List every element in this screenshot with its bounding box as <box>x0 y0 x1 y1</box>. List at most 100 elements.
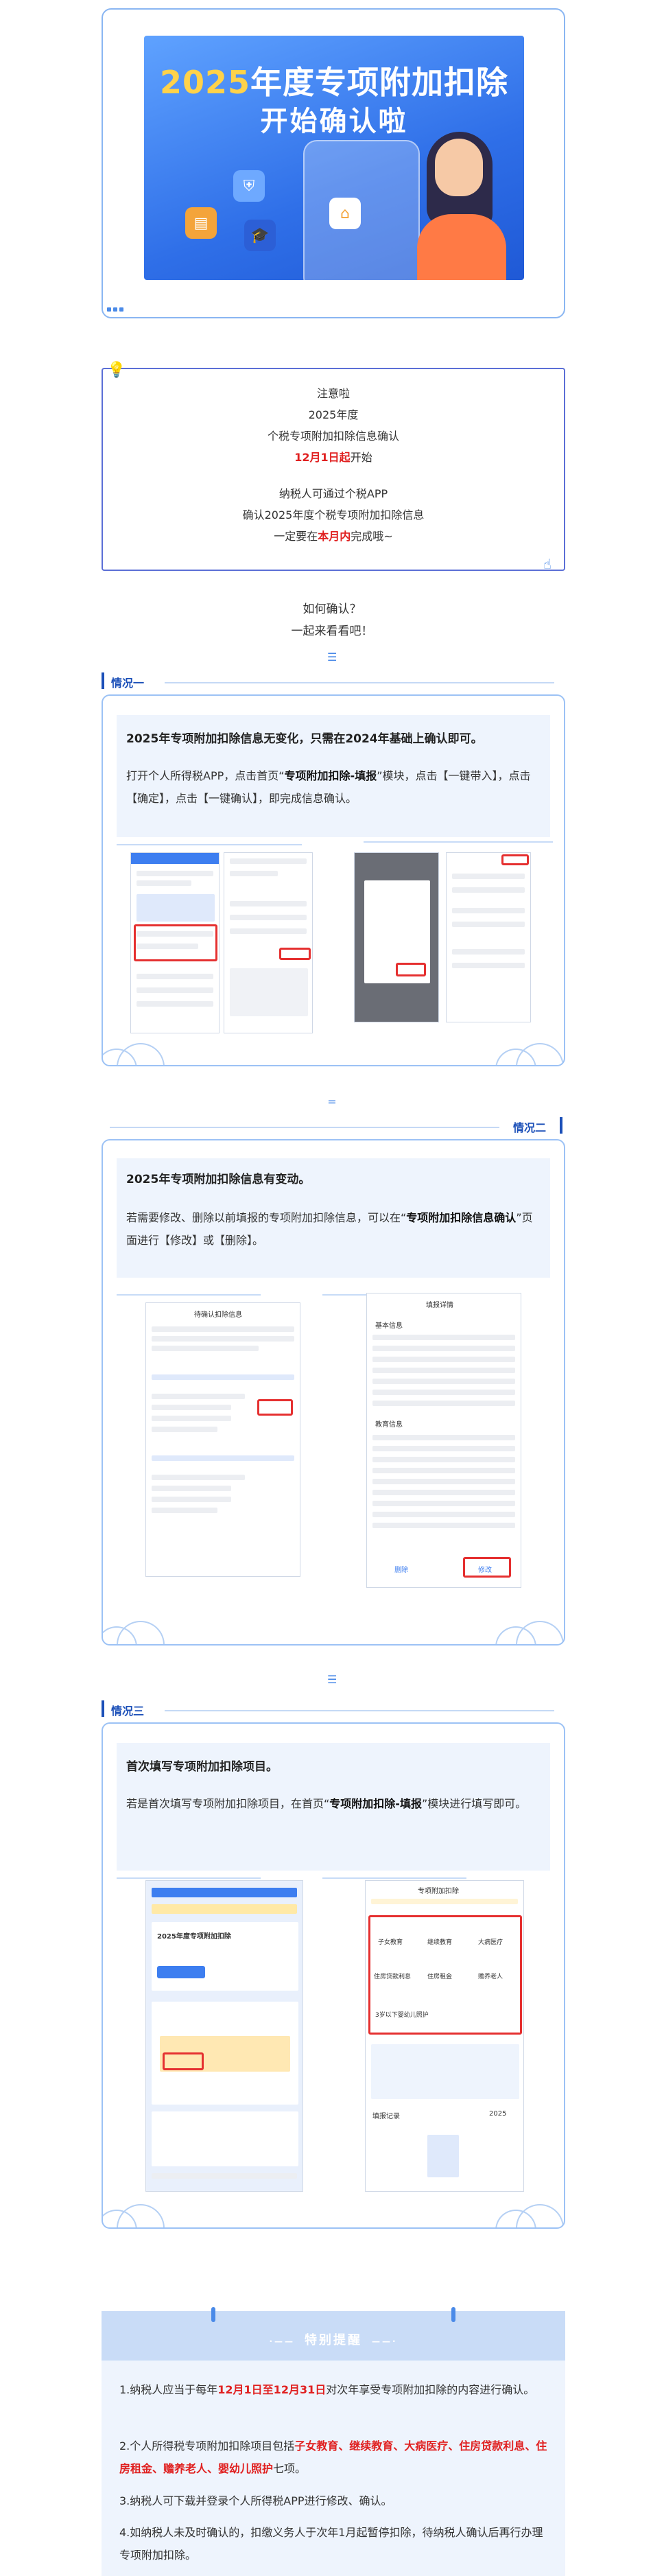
notice-line: 个税专项附加扣除信息确认 <box>267 430 399 443</box>
notice-text: 完成哦~ <box>351 530 393 543</box>
case3-card: 首次填写专项附加扣除项目。 若是首次填写专项附加扣除项目，在首页“专项附加扣除-… <box>102 1722 565 2229</box>
screenshot-banner-text: 2025年度专项附加扣除 <box>157 1933 231 1941</box>
shield-icon: ⛨ <box>233 170 265 202</box>
record-year[interactable]: 2025 <box>489 2110 506 2118</box>
case3-text-bold: 专项附加扣除-填报 <box>329 1797 422 1810</box>
case2-text: 若需要修改、删除以前填报的专项附加扣除信息，可以在“专项附加扣除信息确认”页面进… <box>117 1206 550 1252</box>
screenshot-button <box>157 1966 205 1978</box>
item-infant-care[interactable]: 3岁以下婴幼儿照护 <box>375 2010 429 2019</box>
divider-line <box>110 1127 499 1128</box>
highlight-box <box>134 924 217 961</box>
case-label-bar <box>560 1117 562 1134</box>
case3-text-pre: 若是首次填写专项附加扣除项目，在首页“ <box>126 1797 330 1810</box>
banner-year: 2025 <box>159 64 251 101</box>
item-housing-loan[interactable]: 住房贷款利息 <box>374 1971 411 1980</box>
banner-title-text: 年度专项附加扣除 <box>250 64 509 101</box>
case2-card: 2025年专项附加扣除信息有变动。 若需要修改、删除以前填报的专项附加扣除信息，… <box>102 1139 565 1646</box>
banner-image: 2025年度专项附加扣除 开始确认啦 ▤ ⛨ 🎓 ⌂ <box>144 36 524 280</box>
divider-line <box>364 841 553 843</box>
section-basic-info: 基本信息 <box>375 1322 403 1330</box>
tip-item: 1.纳税人应当于每年12月1日至12月31日对次年享受专项附加扣除的内容进行确认… <box>119 2378 547 2401</box>
case1-text: 打开个人所得税APP，点击首页“专项附加扣除-填报”模块，点击【一键带入】，点击… <box>117 764 550 810</box>
decor-pill <box>451 2307 455 2322</box>
wave-decoration <box>103 1621 178 1644</box>
tip-highlight: 12月1日至12月31日 <box>217 2383 327 2396</box>
divider-mark: ☰ <box>327 1673 337 1686</box>
screenshot-header <box>131 853 219 864</box>
case-label-bar <box>102 1700 104 1717</box>
screenshot-title: 待确认扣除信息 <box>194 1311 242 1319</box>
highlight-box <box>257 1399 293 1416</box>
tip-text: 七项。 <box>273 2462 307 2475</box>
notice-text: 一定要在 <box>274 530 318 543</box>
case2-heading: 2025年专项附加扣除信息有变动。 <box>126 1173 311 1186</box>
divider-line <box>117 844 302 845</box>
case1-heading: 2025年专项附加扣除信息无变化，只需在2024年基础上确认即可。 <box>126 732 483 746</box>
case1-text-pre: 打开个人所得税APP，点击首页“ <box>126 769 285 782</box>
tip-text: 1.纳税人应当于每年 <box>119 2383 218 2396</box>
item-child-education[interactable]: 子女教育 <box>378 1937 403 1946</box>
screenshot-app-home: 2025年度专项附加扣除 <box>145 1880 303 2192</box>
screenshot-detail: 填报详情 基本信息 教育信息 删除 修改 <box>366 1293 521 1588</box>
page: 2025年度专项附加扣除 开始确认啦 ▤ ⛨ 🎓 ⌂ 💡 注意啦 2025年度 … <box>0 0 664 2576</box>
banner-frame: 2025年度专项附加扣除 开始确认啦 ▤ ⛨ 🎓 ⌂ <box>102 8 565 318</box>
case-label-bar <box>102 672 104 689</box>
case1-card: 2025年专项附加扣除信息无变化，只需在2024年基础上确认即可。 打开个人所得… <box>102 694 565 1066</box>
special-reminder-title: ·—— 特别提醒 ——· <box>269 2333 398 2347</box>
notice-line: 注意啦 <box>316 387 350 400</box>
highlight-box <box>463 1557 511 1578</box>
case2-text-pre: 若需要修改、删除以前填报的专项附加扣除信息，可以在“ <box>126 1211 407 1224</box>
section-edu-info: 教育信息 <box>375 1421 403 1429</box>
phone-illustration <box>303 140 420 280</box>
item-serious-illness[interactable]: 大病医疗 <box>478 1937 503 1946</box>
divider-mark: ☰ <box>327 651 337 664</box>
wave-decoration <box>103 1043 178 1065</box>
wave-decoration <box>495 2204 564 2227</box>
woman-illustration <box>407 132 510 280</box>
notice-card: 💡 注意啦 2025年度 个税专项附加扣除信息确认 12月1日起开始 纳税人可通… <box>102 362 565 572</box>
section-records: 填报记录 <box>372 2113 400 2120</box>
notice-highlight: 本月内 <box>318 530 351 543</box>
screenshot-pending-list: 待确认扣除信息 <box>145 1302 300 1577</box>
case1-text-bold: 专项附加扣除-填报 <box>284 769 377 782</box>
banner-title: 2025年度专项附加扣除 <box>144 58 524 103</box>
divider-mark: = <box>327 1095 337 1108</box>
tip-item: 4.如纳税人未及时确认的，扣缴义务人于次年1月起暂停扣除，待纳税人确认后再行办理… <box>119 2526 543 2562</box>
notice-line-rest: 开始 <box>350 451 372 464</box>
case2-text-bold: 专项附加扣除信息确认 <box>406 1211 517 1224</box>
highlight-box <box>396 963 426 976</box>
item-continuing-education[interactable]: 继续教育 <box>427 1937 452 1946</box>
delete-button[interactable]: 删除 <box>394 1564 408 1574</box>
case3-text: 若是首次填写专项附加扣除项目，在首页“专项附加扣除-填报”模块进行填写即可。 <box>117 1792 550 1815</box>
screenshot-title: 专项附加扣除 <box>418 1888 459 1895</box>
tip-item: 2.个人所得税专项附加扣除项目包括子女教育、继续教育、大病医疗、住房贷款利息、住… <box>119 2435 547 2480</box>
divider-line <box>322 1877 466 1879</box>
tip-text: 对次年享受专项附加扣除的内容进行确认。 <box>326 2383 535 2396</box>
screenshot-title: 填报详情 <box>426 1302 453 1309</box>
screenshot-deduction-items: 专项附加扣除 子女教育 继续教育 大病医疗 住房贷款利息 住房租金 赡养老人 3… <box>365 1880 524 2192</box>
divider-line <box>117 1294 261 1296</box>
screenshot-confirm-dialog <box>354 852 439 1022</box>
special-reminder-box: ·—— 特别提醒 ——· 1.纳税人应当于每年12月1日至12月31日对次年享受专项… <box>102 2307 565 2576</box>
lightbulb-icon: 💡 <box>107 362 126 379</box>
screenshot-deduction <box>224 852 313 1033</box>
divider-line <box>165 682 554 683</box>
house-icon: ⌂ <box>329 198 361 229</box>
highlight-box <box>279 948 311 960</box>
notice-line: 一定要在本月内完成哦~ <box>103 526 564 547</box>
case3-label: 情况三 <box>111 1705 145 1718</box>
wave-decoration <box>495 1043 564 1065</box>
notice-line: 12月1日起开始 <box>103 447 564 468</box>
notice-date: 12月1日起 <box>294 451 351 464</box>
how-question: 如何确认？ <box>303 602 361 616</box>
document-icon: ▤ <box>185 207 217 239</box>
highlight-box <box>501 854 529 865</box>
screenshot-one-click-confirm <box>446 852 531 1022</box>
highlight-box <box>163 2052 204 2070</box>
carousel-dots <box>107 307 123 312</box>
item-housing-rent[interactable]: 住房租金 <box>427 1971 452 1980</box>
tip-item: 3.纳税人可下载并登录个人所得税APP进行修改、确认。 <box>119 2494 392 2507</box>
item-elderly-support[interactable]: 赡养老人 <box>478 1971 503 1980</box>
case3-heading: 首次填写专项附加扣除项目。 <box>126 1760 278 1774</box>
divider-line <box>165 1710 554 1711</box>
